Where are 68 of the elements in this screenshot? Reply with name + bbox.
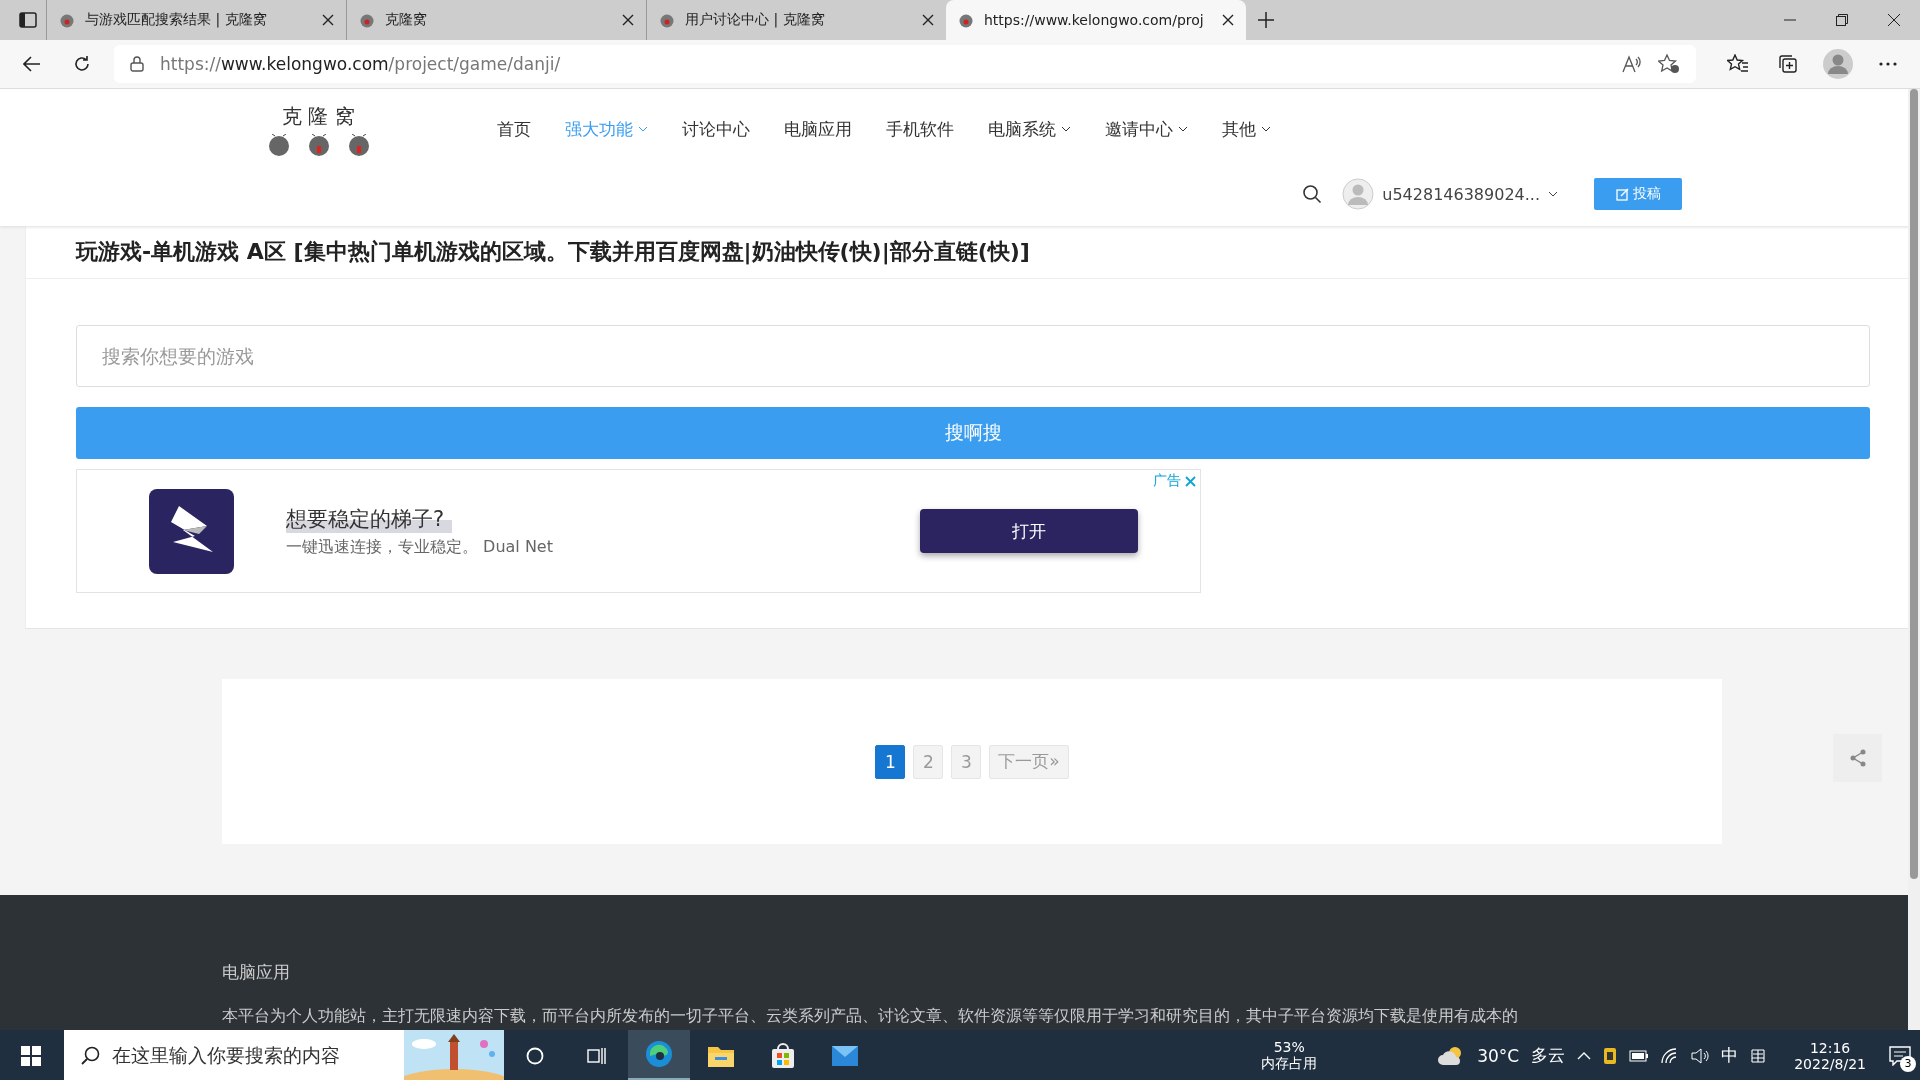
app-tray-icon[interactable] [1603, 1046, 1618, 1065]
nav-link[interactable]: 邀请中心 [1105, 117, 1188, 141]
read-aloud-icon[interactable] [1622, 55, 1642, 73]
site-favicon-icon [958, 12, 974, 28]
collections-icon[interactable] [1778, 54, 1798, 74]
scrollbar-thumb[interactable] [1910, 89, 1918, 879]
site-favicon-icon [659, 12, 675, 28]
nav-link[interactable]: 电脑系统 [988, 117, 1071, 141]
restore-icon[interactable] [1836, 14, 1848, 26]
user-name[interactable]: u5428146389024... [1382, 184, 1540, 204]
back-icon[interactable] [23, 56, 41, 72]
add-favorite-icon[interactable] [1658, 54, 1680, 74]
footer-heading: 电脑应用 [222, 961, 291, 984]
temperature[interactable]: 30°C [1477, 1045, 1520, 1066]
memory-label: 内存占用 [1261, 1054, 1318, 1073]
close-icon[interactable] [1222, 14, 1234, 26]
mail-icon[interactable] [831, 1044, 859, 1067]
search-icon[interactable] [1302, 184, 1323, 204]
nav-link[interactable]: 其他 [1222, 117, 1271, 141]
site-favicon-icon [359, 12, 375, 28]
clock-date[interactable]: 2022/8/21 [1794, 1055, 1866, 1072]
notification-icon[interactable] [1889, 1045, 1911, 1066]
share-icon [1848, 749, 1867, 767]
volume-icon[interactable] [1691, 1047, 1710, 1064]
chevron-up-icon[interactable] [1577, 1051, 1592, 1060]
store-icon[interactable] [770, 1042, 796, 1069]
close-icon[interactable] [1888, 14, 1900, 26]
refresh-icon[interactable] [73, 55, 91, 73]
site-logo-text[interactable]: 克 隆 窝 [282, 102, 355, 130]
nav-link[interactable]: 讨论中心 [682, 117, 750, 141]
start-icon[interactable] [21, 1045, 41, 1066]
ad-description: 一键迅速连接，专业稳定。 Dual Net [286, 536, 554, 558]
close-icon[interactable] [622, 14, 634, 26]
open-button[interactable]: 打开 [920, 509, 1138, 553]
share-button[interactable] [1833, 734, 1882, 782]
tab-actions-icon[interactable] [19, 12, 37, 28]
notification-badge: 3 [1900, 1055, 1916, 1072]
battery-icon[interactable] [1629, 1049, 1650, 1062]
lock-icon [130, 56, 144, 72]
more-icon[interactable] [1879, 62, 1897, 66]
page-button[interactable]: 1 [875, 744, 906, 779]
profile-avatar-icon[interactable] [1823, 49, 1853, 79]
app-logo-icon [149, 488, 234, 574]
ad-banner[interactable]: 想要稳定的梯子? 一键迅速连接，专业稳定。 Dual Net 打开 广告 [76, 469, 1201, 593]
memory-percent: 53% [1273, 1038, 1305, 1055]
ad-label: 广告 [1153, 472, 1181, 490]
nav-link[interactable]: 手机软件 [886, 117, 954, 141]
search-field[interactable]: 搜索你想要的游戏 [76, 325, 1870, 387]
weather-text[interactable]: 多云 [1531, 1044, 1566, 1067]
task-view-icon[interactable] [587, 1046, 607, 1065]
nav-link[interactable]: 首页 [497, 117, 531, 141]
keyboard-layout-icon[interactable] [1750, 1047, 1767, 1064]
chevron-icon [1548, 191, 1558, 197]
browser-tab[interactable]: https://www.kelongwo.com/proj [946, 0, 1246, 40]
site-favicon-icon [59, 12, 75, 28]
close-icon[interactable] [322, 14, 334, 26]
address-bar[interactable]: https://www.kelongwo.com/project/game/danji/ [114, 45, 1696, 83]
footer-text: 本平台为个人功能站，主打无限速内容下载，而平台内所发布的一切子平台、云类系列产品、讨论文章、软件资源等等仅限用于学习和研究目的，其中子平台资源均下载是使用有成本的 [222, 1006, 1519, 1027]
nav-link[interactable]: 电脑应用 [784, 117, 852, 141]
new-tab-icon[interactable] [1258, 12, 1274, 28]
close-icon[interactable] [922, 14, 934, 26]
favorites-icon[interactable] [1727, 54, 1749, 74]
clock-time[interactable]: 12:16 [1809, 1039, 1851, 1056]
taskbar-search-field[interactable]: 在这里输入你要搜索的内容 [64, 1030, 504, 1080]
edit-icon [1615, 187, 1629, 201]
input-method[interactable]: 中 [1721, 1044, 1739, 1067]
cortana-icon[interactable] [526, 1046, 544, 1065]
search-icon [80, 1045, 100, 1066]
